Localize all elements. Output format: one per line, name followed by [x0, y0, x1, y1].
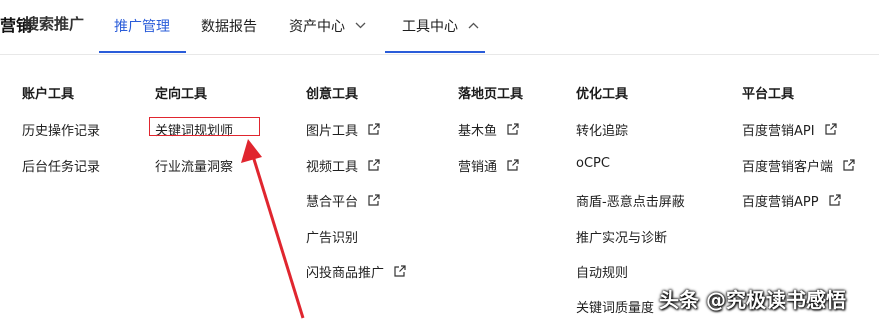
- watermark: 头条 @究极读书感悟: [659, 288, 846, 312]
- annotation-arrow: [241, 139, 305, 319]
